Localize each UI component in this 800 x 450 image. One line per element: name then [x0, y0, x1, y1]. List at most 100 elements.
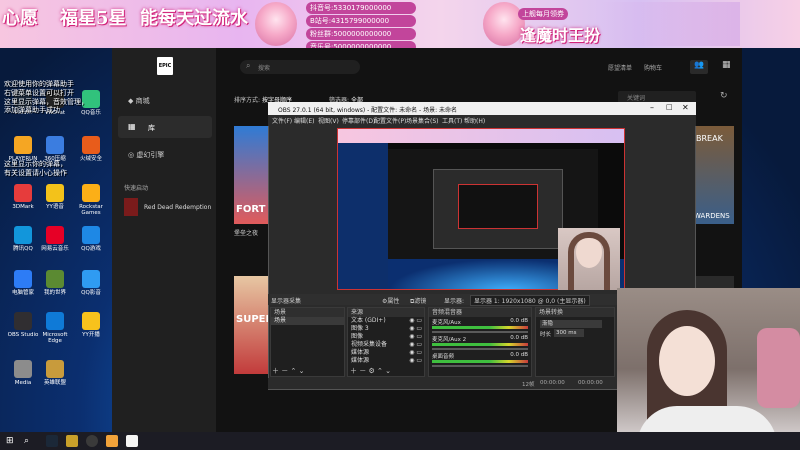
- pillow-shape: [757, 328, 800, 408]
- visibility-icon[interactable]: ◉ ▭: [409, 333, 422, 341]
- sidebar-item-unreal[interactable]: ◎ 虚幻引擎: [128, 150, 164, 160]
- move-up-button[interactable]: ⌃: [290, 367, 296, 375]
- menu-view[interactable]: 视图(V): [318, 116, 339, 125]
- menu-tools[interactable]: 工具(T): [442, 116, 462, 125]
- desktop-icon[interactable]: QQ游戏: [74, 226, 108, 252]
- visibility-icon[interactable]: ◉ ▭: [409, 325, 422, 333]
- mixer-channel: 麦克风/Aux 2 0.0 dB: [429, 334, 531, 351]
- desktop-icon[interactable]: OBS Studio: [6, 312, 40, 338]
- source-down-button[interactable]: ⌄: [385, 367, 391, 375]
- steam-icon[interactable]: [46, 435, 58, 447]
- grid-menu-icon[interactable]: ▦: [722, 60, 734, 74]
- hair-shape: [568, 232, 610, 290]
- desktop-icon[interactable]: YY开播: [74, 312, 108, 338]
- epic-search-input[interactable]: ⌕ 搜索: [240, 60, 360, 74]
- duration-input[interactable]: 300 ms: [554, 329, 584, 337]
- visibility-icon[interactable]: ◉ ▭: [409, 341, 422, 349]
- quick-launch-title: 快速启动: [124, 185, 149, 192]
- cart-link[interactable]: 购物车: [644, 63, 662, 72]
- menu-file[interactable]: 文件(F): [272, 116, 292, 125]
- visibility-icon[interactable]: ◉ ▭: [409, 349, 422, 357]
- desktop-icon[interactable]: QQ影音: [74, 270, 108, 296]
- remove-source-button[interactable]: －: [359, 367, 366, 375]
- channel-name: 麦克风/Aux 2: [432, 337, 467, 343]
- quick-launch-item[interactable]: Red Dead Redemption: [124, 198, 214, 218]
- desktop-icon[interactable]: 电脑管家: [6, 270, 40, 296]
- menu-scene-collection[interactable]: 场景集合(S): [406, 116, 439, 125]
- volume-slider[interactable]: [432, 348, 528, 350]
- source-label: 图像 3: [351, 325, 369, 332]
- remove-scene-button[interactable]: －: [281, 367, 288, 375]
- scene-item[interactable]: 场景: [271, 317, 344, 325]
- desktop-icon-label: 英雄联盟: [43, 380, 66, 386]
- obs-icon[interactable]: [86, 435, 98, 447]
- visibility-icon[interactable]: ◉ ▭: [409, 317, 422, 325]
- menu-help[interactable]: 帮助(H): [464, 116, 485, 125]
- folder-icon[interactable]: [106, 435, 118, 447]
- refresh-icon[interactable]: ↻: [720, 91, 728, 101]
- desktop-icon[interactable]: 3DMark: [6, 184, 40, 210]
- desktop-icon[interactable]: 腾讯QQ: [6, 226, 40, 252]
- channel-db: 0.0 dB: [510, 335, 528, 341]
- qqgame-icon: [82, 226, 100, 244]
- source-label: 图像: [351, 333, 364, 340]
- source-item[interactable]: 图像 ◉ ▭: [348, 333, 424, 341]
- desktop-icon[interactable]: 网易云音乐: [38, 226, 72, 252]
- banner-right-badge: 上舰每月领券: [518, 8, 568, 20]
- desktop-icon[interactable]: PLAYERUN: [6, 136, 40, 162]
- desktop-icon[interactable]: Rockstar Games: [74, 184, 108, 216]
- source-item[interactable]: 媒体源 ◉ ▭: [348, 357, 424, 365]
- app-icon[interactable]: [66, 435, 78, 447]
- banner-avatar-left: [255, 2, 297, 46]
- desktop-icon[interactable]: 我的世界: [38, 270, 72, 296]
- menu-profile[interactable]: 配置文件(P): [374, 116, 406, 125]
- banner-slogan: 能每天过流水: [140, 8, 248, 29]
- volume-slider[interactable]: [432, 331, 528, 333]
- search-icon[interactable]: ⌕: [24, 436, 29, 446]
- friends-icon[interactable]: 👥: [690, 60, 708, 74]
- desktop-icon[interactable]: 英雄联盟: [38, 360, 72, 386]
- source-item[interactable]: 图像 3 ◉ ▭: [348, 325, 424, 333]
- desktop-icon[interactable]: Microsoft Edge: [38, 312, 72, 344]
- source-up-button[interactable]: ⌃: [377, 367, 383, 375]
- move-down-button[interactable]: ⌄: [299, 367, 305, 375]
- source-item[interactable]: 文本 (GDI+) ◉ ▭: [348, 317, 424, 325]
- game-card-break[interactable]: BREAK WARDENS: [694, 126, 734, 224]
- live-icon: [82, 312, 100, 330]
- close-button[interactable]: ✕: [682, 103, 689, 112]
- source-label: 媒体源: [351, 357, 370, 364]
- visibility-icon[interactable]: ◉ ▭: [409, 357, 422, 365]
- desktop-icon[interactable]: Media: [6, 360, 40, 386]
- rdr-icon: [124, 198, 138, 216]
- game-card-super[interactable]: SUPER: [234, 276, 273, 374]
- filters-button[interactable]: ⧉滤镜: [410, 296, 426, 306]
- desktop-icon[interactable]: YY语音: [38, 184, 72, 210]
- sidebar-item-store[interactable]: ◆ 商城: [128, 96, 150, 106]
- epic-logo-icon[interactable]: EPIC: [157, 57, 173, 75]
- sidebar-item-library[interactable]: ▦ 库: [118, 116, 212, 138]
- obs-icon: [14, 312, 32, 330]
- menu-edit[interactable]: 编辑(E): [294, 116, 314, 125]
- game-card-fortnite[interactable]: FORT: [234, 126, 268, 224]
- source-settings-button[interactable]: ⚙: [368, 367, 374, 375]
- menu-docks[interactable]: 停靠部件(D): [342, 116, 375, 125]
- transition-select[interactable]: 渐隐: [540, 320, 602, 328]
- display-select[interactable]: 显示器 1: 1920x1080 @ 0,0 (主显示器): [470, 295, 590, 306]
- add-scene-button[interactable]: ＋: [272, 367, 279, 375]
- lol-icon: [46, 360, 64, 378]
- desktop-icon[interactable]: 360压缩: [38, 136, 72, 162]
- maximize-button[interactable]: □: [666, 103, 673, 111]
- epic-icon[interactable]: [126, 435, 138, 447]
- start-icon[interactable]: ⊞: [6, 436, 14, 446]
- properties-button[interactable]: ⚙属性: [382, 296, 399, 305]
- desktop-icon-label: Microsoft Edge: [42, 332, 68, 345]
- add-source-button[interactable]: ＋: [350, 367, 357, 375]
- wishlist-link[interactable]: 愿望清单: [608, 63, 632, 72]
- dropped-frames: 12帧: [522, 382, 535, 388]
- desktop-icon[interactable]: 火绒安全: [74, 136, 108, 162]
- zip-icon: [46, 136, 64, 154]
- source-item[interactable]: 媒体源 ◉ ▭: [348, 349, 424, 357]
- minimize-button[interactable]: –: [650, 103, 654, 112]
- volume-slider[interactable]: [432, 365, 528, 367]
- source-item[interactable]: 视频采集设备 ◉ ▭: [348, 341, 424, 349]
